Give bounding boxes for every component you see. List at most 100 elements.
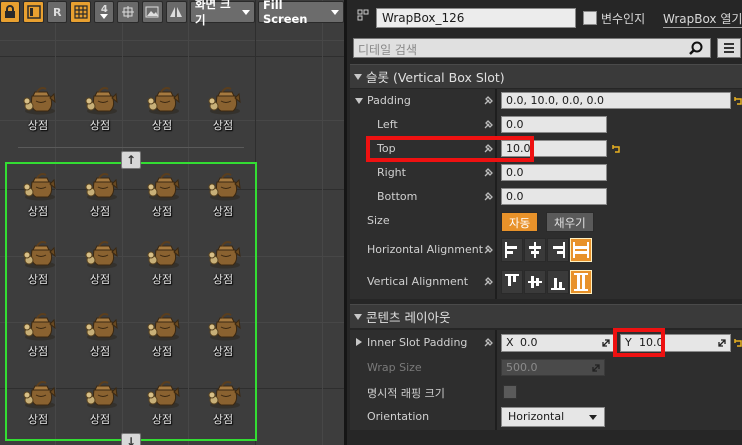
shop-item[interactable]: 상점: [140, 378, 184, 426]
shop-item[interactable]: 상점: [140, 238, 184, 286]
move-down-handle[interactable]: ↓: [121, 433, 141, 445]
screen-size-dropdown[interactable]: 화면 크기: [189, 0, 255, 27]
drag-arrow-icon: [602, 339, 610, 347]
outline-toggle-icon[interactable]: [23, 1, 45, 23]
left-value-field[interactable]: 0.0: [501, 116, 607, 133]
valign-fill-button[interactable]: [570, 270, 592, 294]
binding-icon[interactable]: [483, 276, 494, 287]
column-splitter[interactable]: [495, 265, 497, 299]
halign-left-button[interactable]: [501, 238, 523, 262]
shop-item[interactable]: 상점: [78, 310, 122, 358]
valign-fill-icon: [574, 273, 588, 291]
shop-item[interactable]: 상점: [16, 378, 60, 426]
inner-slot-x-field[interactable]: X 0.0: [501, 334, 615, 352]
right-value-field[interactable]: 0.0: [501, 164, 607, 181]
shop-item[interactable]: 상점: [201, 310, 245, 358]
shop-item[interactable]: 상점: [201, 378, 245, 426]
designer-viewport[interactable]: R 4 화면 크기 Fill Screen 상점 상점 상점 상점 상점 상점 …: [0, 0, 344, 445]
binding-icon[interactable]: [483, 244, 494, 255]
content-layout-category-header[interactable]: 콘텐츠 레이아웃: [350, 304, 742, 328]
shop-item[interactable]: 상점: [201, 238, 245, 286]
column-splitter[interactable]: [495, 330, 497, 356]
view-options-button[interactable]: [717, 38, 741, 58]
shop-item[interactable]: 상점: [16, 170, 60, 218]
size-fill-button[interactable]: 채우기: [546, 212, 594, 232]
expand-arrow-icon[interactable]: [355, 98, 363, 104]
padding-value-field[interactable]: 0.0, 10.0, 0.0, 0.0: [501, 92, 731, 109]
column-splitter[interactable]: [495, 113, 497, 137]
right-label: Right: [377, 166, 406, 179]
image-preview-icon[interactable]: [141, 1, 163, 23]
open-wrapbox-link[interactable]: WrapBox 열기: [663, 10, 742, 28]
widget-name-input[interactable]: WrapBox_126: [376, 8, 576, 28]
size-auto-button[interactable]: 자동: [501, 212, 539, 232]
column-splitter[interactable]: [495, 356, 497, 380]
padding-left-row: Left 0.0: [350, 113, 742, 137]
valign-center-button[interactable]: [524, 270, 546, 294]
column-splitter[interactable]: [495, 161, 497, 185]
details-header: WrapBox_126 변수인지 WrapBox 열기: [347, 6, 742, 30]
slot-category-header[interactable]: 슬롯 (Vertical Box Slot): [350, 64, 742, 88]
fill-screen-dropdown[interactable]: Fill Screen: [257, 0, 344, 26]
binding-icon[interactable]: [483, 191, 494, 202]
search-icon[interactable]: [689, 41, 703, 55]
bottom-label: Bottom: [377, 190, 418, 203]
shop-item[interactable]: 상점: [16, 84, 60, 132]
collapse-arrow-icon: [354, 313, 362, 320]
column-splitter[interactable]: [495, 380, 497, 404]
orientation-dropdown[interactable]: Horizontal: [501, 407, 605, 427]
shop-item[interactable]: 상점: [16, 310, 60, 358]
wrap-size-row: Wrap Size 500.0: [350, 356, 742, 380]
valign-bottom-button[interactable]: [547, 270, 569, 294]
valign-top-button[interactable]: [501, 270, 523, 294]
halign-right-button[interactable]: [547, 238, 569, 262]
x-value: 0.0: [520, 336, 538, 349]
halign-center-button[interactable]: [524, 238, 546, 262]
column-splitter[interactable]: [495, 235, 497, 265]
respect-locks-button[interactable]: R: [47, 1, 68, 23]
details-search-input[interactable]: 디테일 검색: [353, 38, 711, 58]
shop-item[interactable]: 상점: [78, 170, 122, 218]
shop-item-label: 상점: [27, 345, 49, 358]
padding-row: Padding 0.0, 10.0, 0.0, 0.0: [350, 89, 742, 113]
search-row: 디테일 검색: [351, 38, 741, 58]
shop-item[interactable]: 상점: [140, 310, 184, 358]
top-highlight-box: [366, 136, 534, 162]
grid-line: [0, 40, 344, 41]
expand-arrow-icon[interactable]: [356, 338, 362, 346]
transform-icon[interactable]: [117, 1, 139, 23]
lock-icon[interactable]: [0, 1, 20, 23]
shop-item[interactable]: 상점: [201, 170, 245, 218]
binding-icon[interactable]: [483, 337, 494, 348]
shop-bag-icon: [23, 313, 56, 341]
column-splitter[interactable]: [495, 209, 497, 235]
shop-item[interactable]: 상점: [16, 238, 60, 286]
shop-item[interactable]: 상점: [78, 378, 122, 426]
is-variable-checkbox[interactable]: [583, 11, 597, 25]
shop-item[interactable]: 상점: [140, 84, 184, 132]
reset-to-default-icon[interactable]: [734, 338, 742, 348]
move-up-handle[interactable]: ↑: [121, 151, 141, 169]
shop-item[interactable]: 상점: [140, 170, 184, 218]
grid-line: [322, 0, 323, 445]
binding-icon[interactable]: [483, 167, 494, 178]
column-splitter[interactable]: [495, 89, 497, 113]
column-splitter[interactable]: [495, 404, 497, 430]
grid-snap-icon[interactable]: [70, 1, 92, 23]
valign-row: Vertical Alignment: [350, 265, 742, 299]
shop-item-label: 상점: [89, 345, 111, 358]
grid-size-dropdown[interactable]: 4: [94, 1, 115, 23]
explicit-wrap-checkbox[interactable]: [503, 385, 517, 399]
reset-to-default-icon[interactable]: [734, 96, 742, 106]
shop-item[interactable]: 상점: [78, 84, 122, 132]
shop-item[interactable]: 상점: [78, 238, 122, 286]
mirror-icon[interactable]: [165, 1, 187, 23]
binding-icon[interactable]: [483, 119, 494, 130]
shop-bag-icon: [23, 173, 56, 201]
reset-to-default-icon[interactable]: [612, 144, 622, 154]
binding-icon[interactable]: [483, 95, 494, 106]
column-splitter[interactable]: [495, 185, 497, 209]
bottom-value-field[interactable]: 0.0: [501, 188, 607, 205]
halign-fill-button[interactable]: [570, 238, 592, 262]
shop-item[interactable]: 상점: [201, 84, 245, 132]
